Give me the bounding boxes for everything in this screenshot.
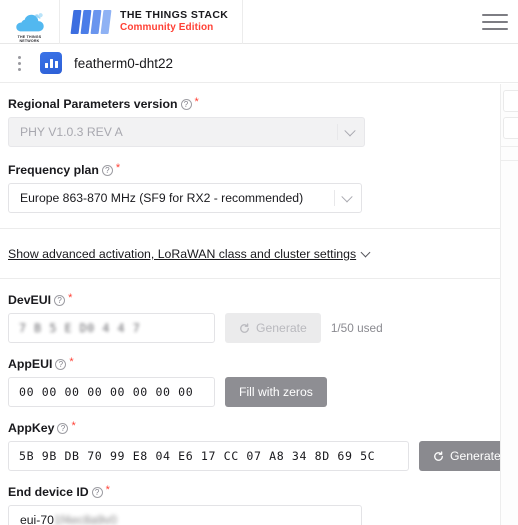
label-appkey: AppKey ? * [8,420,518,436]
label-regional-parameters: Regional Parameters version ? * [8,96,518,112]
question-mark-icon[interactable]: ? [180,98,192,110]
appkey-value: 5B 9B DB 70 99 E8 04 E6 17 CC 07 A8 34 8… [19,449,376,463]
field-regional-parameters: Regional Parameters version ? * PHY V1.0… [8,97,518,147]
chevron-down-icon [360,247,371,257]
deveui-generate-button[interactable]: Generate [225,313,321,343]
select-divider [334,190,335,206]
app-root: THE THINGS NETWORK THE THINGS STACK Commu… [0,0,518,525]
question-mark-icon[interactable]: ? [57,422,69,434]
hamburger-menu-icon[interactable] [472,0,518,44]
breadcrumb-label[interactable]: featherm0-dht22 [74,56,173,71]
deveui-input[interactable]: 7 B 5 E D0 4 4 7 [8,313,215,343]
kebab-menu-icon[interactable] [6,44,32,83]
deveui-generate-label: Generate [256,321,307,335]
cloud-icon: THE THINGS NETWORK [13,7,47,43]
required-marker: * [194,96,199,108]
question-mark-icon[interactable]: ? [91,486,103,498]
label-appeui: AppEUI ? * [8,356,518,372]
frequency-plan-label: Frequency plan [8,163,99,177]
field-deveui: DevEUI ? * 7 B 5 E D0 4 4 7 Generate 1/5… [8,293,518,343]
frequency-plan-value: Europe 863-870 MHz (SF9 for RX2 - recomm… [20,191,304,205]
appkey-input[interactable]: 5B 9B DB 70 99 E8 04 E6 17 CC 07 A8 34 8… [8,441,409,471]
required-marker: * [71,420,76,432]
refresh-icon [433,450,444,462]
field-appkey: AppKey ? * 5B 9B DB 70 99 E8 04 E6 17 CC… [8,421,518,471]
required-marker: * [68,292,73,304]
top-navigation-bar: THE THINGS NETWORK THE THINGS STACK Commu… [0,0,518,44]
stack-brand[interactable]: THE THINGS STACK Community Edition [60,0,244,44]
show-advanced-settings-label: Show advanced activation, LoRaWAN class … [8,247,357,261]
end-device-id-label: End device ID [8,485,89,499]
appeui-control-row: 00 00 00 00 00 00 00 00 Fill with zeros [8,377,518,407]
label-deveui: DevEUI ? * [8,292,518,308]
label-end-device-id: End device ID ? * [8,484,518,500]
field-appeui: AppEUI ? * 00 00 00 00 00 00 00 00 Fill … [8,357,518,407]
brand-title: THE THINGS STACK [120,9,229,22]
appkey-generate-label: Generate [450,449,501,463]
label-frequency-plan: Frequency plan ? * [8,162,518,178]
question-mark-icon[interactable]: ? [54,294,66,306]
deveui-value: 7 B 5 E D0 4 4 7 [19,321,141,335]
end-device-id-redacted-value: 1f4ec8a9v0 [53,513,117,525]
end-device-id-input[interactable]: eui-70 1f4ec8a9v0 [8,505,362,525]
regional-parameters-select[interactable]: PHY V1.0.3 REV A [8,117,365,147]
appkey-label: AppKey [8,421,55,435]
deveui-control-row: 7 B 5 E D0 4 4 7 Generate 1/50 used [8,313,518,343]
refresh-icon [239,322,250,334]
regional-parameters-label: Regional Parameters version [8,97,178,111]
things-stack-logo-icon [70,9,112,35]
advanced-settings-row: Show advanced activation, LoRaWAN class … [8,229,518,278]
field-end-device-id: End device ID ? * eui-701f4ec8a9v0 This … [8,485,518,525]
chevron-down-icon [341,191,353,203]
required-marker: * [105,484,110,496]
chevron-down-icon [344,125,356,137]
show-advanced-settings-link[interactable]: Show advanced activation, LoRaWAN class … [8,247,371,261]
appkey-control-row: 5B 9B DB 70 99 E8 04 E6 17 CC 07 A8 34 8… [8,441,518,471]
regional-parameters-value: PHY V1.0.3 REV A [20,125,123,139]
device-registration-form: Regional Parameters version ? * PHY V1.0… [0,83,518,525]
appeui-value: 00 00 00 00 00 00 00 00 [19,385,194,399]
appkey-generate-button[interactable]: Generate [419,441,515,471]
required-marker: * [69,356,74,368]
breadcrumb: featherm0-dht22 [0,44,518,83]
ttn-network-logo[interactable]: THE THINGS NETWORK [0,0,60,44]
frequency-plan-select[interactable]: Europe 863-870 MHz (SF9 for RX2 - recomm… [8,183,362,213]
application-bars-icon [40,52,62,74]
deveui-label: DevEUI [8,293,52,307]
field-frequency-plan: Frequency plan ? * Europe 863-870 MHz (S… [8,163,518,213]
appeui-fill-zeros-button[interactable]: Fill with zeros [225,377,327,407]
question-mark-icon[interactable]: ? [55,358,67,370]
end-device-id-value: eui-70 [20,513,54,525]
question-mark-icon[interactable]: ? [101,164,113,176]
appeui-input[interactable]: 00 00 00 00 00 00 00 00 [8,377,215,407]
appeui-fill-zeros-label: Fill with zeros [239,385,313,399]
required-marker: * [115,162,121,174]
select-divider [337,124,338,140]
brand-subtitle: Community Edition [120,22,214,34]
appeui-label: AppEUI [8,357,53,371]
deveui-usage-counter: 1/50 used [330,321,383,335]
